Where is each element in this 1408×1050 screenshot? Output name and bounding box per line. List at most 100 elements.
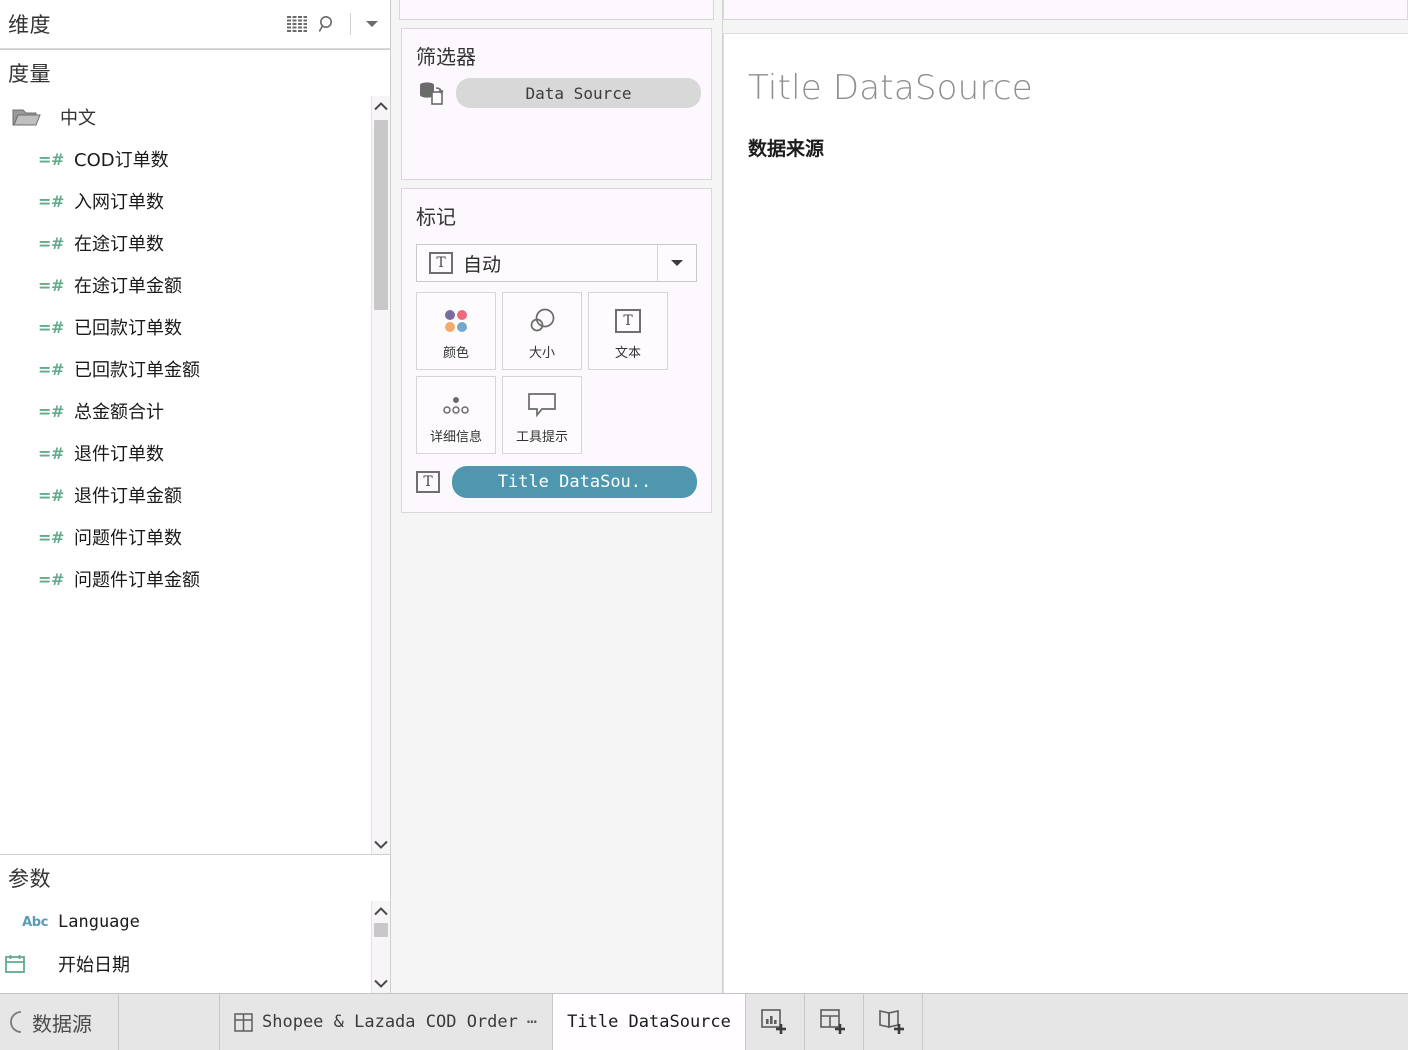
marks-pill-title-datasource[interactable]: Title DataSou..: [452, 466, 697, 498]
new-worksheet-icon: [760, 1008, 790, 1036]
marks-text-button[interactable]: T 文本: [588, 292, 668, 370]
number-calc-field-icon: =#: [37, 191, 64, 211]
columns-rows-shelf-remnant[interactable]: [723, 0, 1408, 20]
scroll-track[interactable]: [372, 921, 390, 973]
parameters-field-list[interactable]: Abc Language 开始日期: [0, 901, 390, 993]
pages-shelf-remnant[interactable]: [399, 0, 714, 20]
marks-tooltip-button[interactable]: 工具提示: [502, 376, 582, 454]
search-icon[interactable]: [318, 15, 337, 34]
dimensions-header: 维度: [0, 0, 390, 49]
parameters-scroll-area: Abc Language 开始日期: [0, 901, 372, 993]
number-calc-field-icon: =#: [37, 527, 64, 547]
text-mark-icon: T: [429, 252, 453, 274]
measure-field-row[interactable]: =# COD订单数: [0, 138, 372, 180]
measure-field-row[interactable]: =# 退件订单数: [0, 432, 372, 474]
measure-field-row[interactable]: =# 在途订单数: [0, 222, 372, 264]
parameters-title: 参数: [8, 868, 51, 891]
mark-type-label: 自动: [463, 253, 502, 276]
filter-pill-data-source[interactable]: Data Source: [456, 78, 701, 108]
marks-color-button[interactable]: 颜色: [416, 292, 496, 370]
tab-overflow-icon[interactable]: ⋯: [527, 1012, 538, 1032]
dimensions-header-icons: [287, 13, 380, 35]
measure-field-row[interactable]: =# 问题件订单数: [0, 516, 372, 558]
parameter-row[interactable]: Abc Language: [0, 901, 372, 943]
worksheet-tab-shopee-lazada[interactable]: Shopee & Lazada COD Order ⋯: [220, 994, 554, 1050]
measure-field-label: 已回款订单数: [74, 318, 182, 339]
shelf-inner[interactable]: [723, 0, 1408, 20]
measure-field-label: 问题件订单金额: [74, 570, 200, 591]
scroll-up-arrow-icon[interactable]: [372, 96, 390, 116]
scroll-thumb[interactable]: [374, 120, 388, 310]
measures-title: 度量: [8, 63, 51, 86]
worksheet-icon: [234, 1012, 253, 1032]
mark-buttons-grid: 颜色 大小 T 文本 详细信息 工具提示: [416, 292, 697, 454]
parameter-label: 开始日期: [58, 955, 130, 976]
measure-field-row[interactable]: =# 入网订单数: [0, 180, 372, 222]
data-source-tab[interactable]: 数据源: [0, 994, 119, 1050]
new-worksheet-button[interactable]: [746, 994, 805, 1050]
measure-field-row[interactable]: =# 已回款订单金额: [0, 348, 372, 390]
chevron-down-icon[interactable]: [364, 19, 380, 29]
measure-field-label: 问题件订单数: [74, 528, 182, 549]
parameter-row[interactable]: 开始日期: [0, 943, 372, 985]
measure-field-label: 在途订单金额: [74, 276, 182, 297]
filter-pill-row: Data Source: [402, 78, 711, 108]
measures-section: 度量 中文 =# COD订单数 =# 入网订单数 =# 在途订单数 =# 在途订…: [0, 50, 390, 854]
marks-card: 标记 T 自动 颜色 大小 T 文本 详细信息 工具提示 T Title Dat…: [401, 188, 712, 513]
measure-field-row[interactable]: =# 已回款订单数: [0, 306, 372, 348]
main-body: 维度 度量 中文 =# COD订单数 =# 入网订单数 =# 在途订单数 =# …: [0, 0, 1408, 993]
measures-scrollbar[interactable]: [371, 96, 390, 854]
measure-field-row[interactable]: =# 问题件订单金额: [0, 558, 372, 600]
text-box-icon: T: [416, 471, 440, 493]
measure-field-row[interactable]: =# 在途订单金额: [0, 264, 372, 306]
worksheet-canvas[interactable]: Title DataSource 数据来源: [723, 33, 1408, 993]
measures-folder-label: 中文: [60, 108, 96, 129]
marks-color-label: 颜色: [442, 345, 469, 361]
data-source-icon: [8, 1010, 22, 1034]
mark-type-chevron-down-icon[interactable]: [657, 245, 696, 281]
worksheet-title: Title DataSource: [748, 68, 1033, 108]
detail-dots-icon: [439, 386, 473, 424]
marks-tooltip-label: 工具提示: [515, 429, 568, 445]
number-calc-field-icon: =#: [37, 569, 64, 589]
tooltip-bubble-icon: [527, 386, 557, 424]
number-calc-field-icon: =#: [37, 149, 64, 169]
folder-open-icon: [12, 106, 46, 128]
marks-size-label: 大小: [528, 345, 555, 361]
measures-field-list[interactable]: 中文 =# COD订单数 =# 入网订单数 =# 在途订单数 =# 在途订单金额…: [0, 96, 390, 854]
marks-detail-label: 详细信息: [429, 429, 482, 445]
worksheet-tab-title-datasource[interactable]: Title DataSource: [553, 994, 746, 1050]
marks-size-button[interactable]: 大小: [502, 292, 582, 370]
marks-detail-button[interactable]: 详细信息: [416, 376, 496, 454]
parameters-scrollbar[interactable]: [371, 901, 390, 993]
tabbar-empty-area: [923, 994, 1408, 1050]
text-box-icon: T: [615, 302, 641, 340]
measure-field-row[interactable]: =# 退件订单金额: [0, 474, 372, 516]
new-dashboard-button[interactable]: [805, 994, 864, 1050]
scroll-down-arrow-icon[interactable]: [372, 834, 390, 854]
grid-view-icon[interactable]: [287, 16, 307, 32]
marks-text-pill-row: T Title DataSou..: [416, 466, 697, 498]
measures-folder-row[interactable]: 中文: [0, 96, 372, 138]
cards-column-filler: [391, 513, 722, 993]
measure-field-label: COD订单数: [74, 150, 169, 171]
data-source-filter-icon: [416, 78, 446, 108]
color-dots-icon: [440, 302, 472, 340]
filters-card: 筛选器 Data Source: [401, 28, 712, 180]
mark-type-selector[interactable]: T 自动: [416, 244, 697, 282]
marks-text-label: 文本: [614, 345, 641, 361]
number-calc-field-icon: =#: [37, 275, 64, 295]
tableau-window: 维度 度量 中文 =# COD订单数 =# 入网订单数 =# 在途订单数 =# …: [0, 0, 1408, 1050]
scroll-thumb[interactable]: [374, 923, 388, 937]
scroll-track[interactable]: [372, 116, 390, 834]
measure-field-label: 已回款订单金额: [74, 360, 200, 381]
marks-card-title: 标记: [416, 207, 456, 229]
header-divider: [350, 13, 351, 35]
measure-field-label: 退件订单数: [74, 444, 164, 465]
new-story-button[interactable]: [864, 994, 923, 1050]
data-pane: 维度 度量 中文 =# COD订单数 =# 入网订单数 =# 在途订单数 =# …: [0, 0, 391, 993]
bottom-tab-bar: 数据源 Shopee & Lazada COD Order ⋯ Title Da…: [0, 993, 1408, 1050]
measure-field-row[interactable]: =# 总金额合计: [0, 390, 372, 432]
scroll-down-arrow-icon[interactable]: [372, 973, 390, 993]
scroll-up-arrow-icon[interactable]: [372, 901, 390, 921]
